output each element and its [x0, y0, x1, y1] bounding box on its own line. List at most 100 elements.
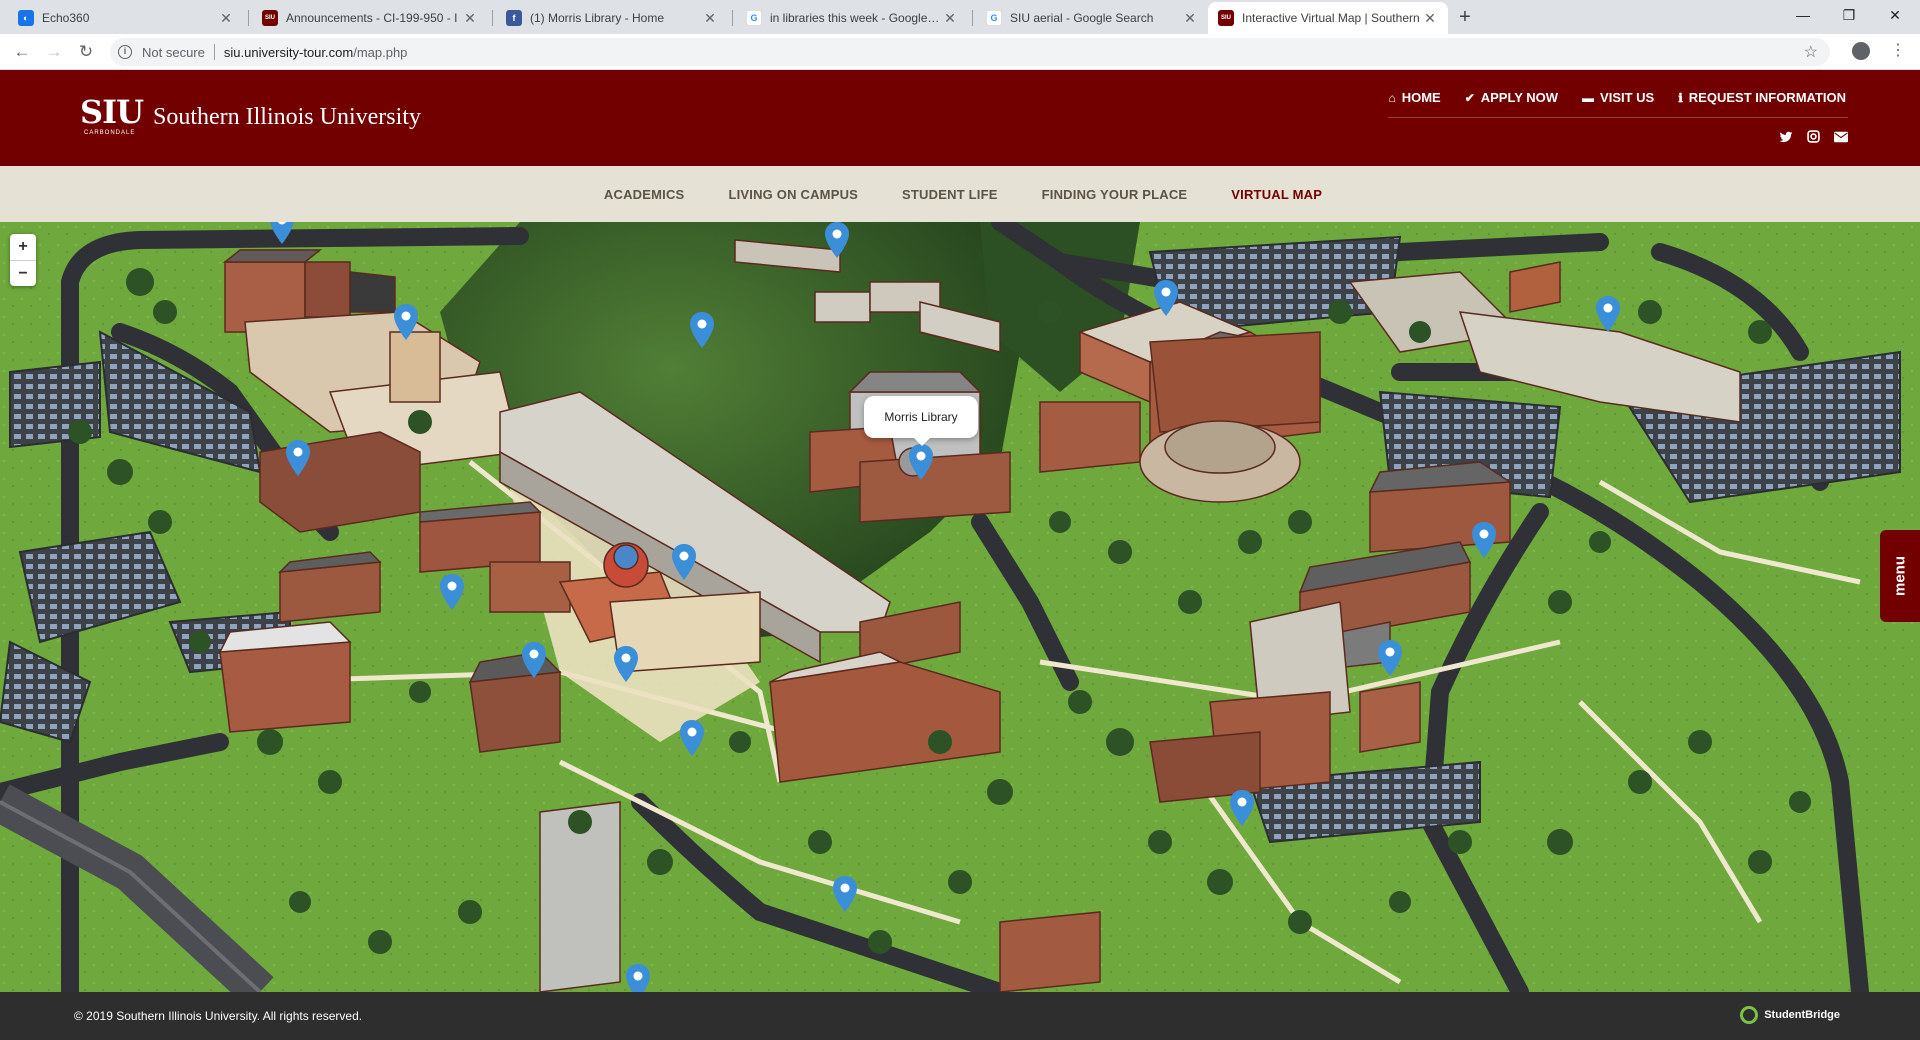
nav-label: REQUEST INFORMATION: [1688, 90, 1846, 105]
back-arrow-icon[interactable]: ←: [10, 40, 34, 64]
logo-name: Southern Illinois University: [152, 104, 421, 130]
map-marker[interactable]: [626, 964, 650, 992]
map-marker[interactable]: [1378, 640, 1402, 676]
close-tab-icon[interactable]: ✕: [702, 10, 718, 27]
map-marker[interactable]: [286, 440, 310, 476]
minimize-button[interactable]: —: [1780, 0, 1826, 30]
google-favicon-icon: G: [746, 10, 762, 26]
map-marker[interactable]: [440, 574, 464, 610]
new-tab-button[interactable]: +: [1452, 4, 1478, 30]
social-links: [1779, 130, 1848, 147]
studentbridge-logo[interactable]: StudentBridge: [1740, 1006, 1840, 1024]
map-marker[interactable]: [1230, 790, 1254, 826]
maximize-button[interactable]: ❐: [1826, 0, 1872, 30]
top-nav: ⌂ HOME ✔ APPLY NOW ▬ VISIT US ℹ REQUEST …: [1388, 90, 1846, 105]
echo360-favicon-icon: ◐: [18, 10, 34, 26]
browser-tab-announcements[interactable]: SIU Announcements - CI-199-950 - I ✕: [252, 2, 488, 34]
tab-title: Announcements - CI-199-950 - I: [286, 11, 458, 25]
google-favicon-icon: G: [986, 10, 1002, 26]
instagram-icon[interactable]: [1807, 130, 1820, 147]
zoom-out-button[interactable]: −: [10, 260, 36, 286]
map-marker[interactable]: [680, 720, 704, 756]
browser-menu-icon[interactable]: ⋮: [1890, 40, 1906, 60]
map-marker[interactable]: [690, 312, 714, 348]
nav-label: APPLY NOW: [1480, 90, 1559, 105]
close-window-button[interactable]: ✕: [1872, 0, 1918, 30]
nav-finding-your-place[interactable]: FINDING YOUR PLACE: [1042, 187, 1188, 202]
studentbridge-icon: [1740, 1006, 1759, 1024]
profile-avatar-icon[interactable]: [1852, 42, 1870, 60]
tab-title: in libraries this week - Google Se: [770, 11, 942, 25]
menu-label: menu: [1891, 555, 1909, 597]
nav-student-life[interactable]: STUDENT LIFE: [902, 187, 998, 202]
home-icon: ⌂: [1388, 90, 1396, 105]
url-bar[interactable]: i Not secure siu.university-tour.com /ma…: [110, 38, 1830, 66]
tab-title: Interactive Virtual Map | Southern: [1242, 11, 1420, 25]
browser-tab-siu-aerial[interactable]: G SIU aerial - Google Search ✕: [976, 2, 1208, 34]
morris-library-marker[interactable]: [909, 444, 933, 480]
nav-living-on-campus[interactable]: LIVING ON CAMPUS: [728, 187, 858, 202]
nav-label: VISIT US: [1600, 90, 1655, 105]
siu-logo[interactable]: SIU CARBONDALE Southern Illinois Univers…: [80, 93, 421, 136]
nav-request-info-link[interactable]: ℹ REQUEST INFORMATION: [1678, 90, 1846, 105]
siu-favicon-icon: SIU: [1218, 10, 1234, 26]
reload-icon[interactable]: ↻: [74, 40, 98, 64]
zoom-in-button[interactable]: +: [10, 234, 36, 260]
nav-apply-link[interactable]: ✔ APPLY NOW: [1465, 90, 1558, 105]
logo-mark: SIU: [80, 93, 144, 131]
tab-title: Echo360: [42, 11, 90, 25]
address-toolbar: ← → ↻ i Not secure siu.university-tour.c…: [0, 34, 1920, 70]
close-tab-icon[interactable]: ✕: [1182, 10, 1198, 27]
check-circle-icon: ✔: [1464, 90, 1475, 105]
map-marker[interactable]: [833, 876, 857, 912]
browser-tab-virtual-map[interactable]: SIU Interactive Virtual Map | Southern ✕: [1208, 2, 1448, 34]
zoom-controls: + −: [10, 234, 36, 286]
close-tab-icon[interactable]: ✕: [1422, 10, 1438, 27]
browser-tab-echo360[interactable]: ◐ Echo360 ✕: [8, 2, 244, 34]
forward-arrow-icon[interactable]: →: [42, 40, 66, 64]
partner-name: StudentBridge: [1764, 1009, 1840, 1021]
map-marker[interactable]: [1596, 296, 1620, 332]
map-marker[interactable]: [1472, 522, 1496, 558]
map-marker[interactable]: [522, 642, 546, 678]
browser-tab-google-libraries[interactable]: G in libraries this week - Google Se ✕: [736, 2, 968, 34]
map-marker[interactable]: [270, 222, 294, 244]
close-tab-icon[interactable]: ✕: [218, 10, 234, 27]
map-marker[interactable]: [825, 222, 849, 258]
campus-aerial-illustration: [0, 222, 1920, 992]
nav-label: HOME: [1401, 90, 1441, 105]
nav-virtual-map[interactable]: VIRTUAL MAP: [1231, 187, 1322, 202]
info-icon[interactable]: i: [118, 45, 132, 59]
section-nav: ACADEMICS LIVING ON CAMPUS STUDENT LIFE …: [0, 166, 1920, 222]
url-path: /map.php: [353, 44, 408, 60]
map-menu-button[interactable]: menu: [1880, 530, 1920, 622]
nav-home-link[interactable]: ⌂ HOME: [1388, 90, 1440, 105]
morris-library-tooltip: Morris Library: [864, 396, 978, 446]
twitter-icon[interactable]: [1779, 130, 1793, 147]
info-icon: ℹ: [1678, 90, 1683, 105]
bookmark-star-icon[interactable]: ☆: [1804, 42, 1818, 62]
email-icon[interactable]: [1834, 130, 1848, 147]
nav-academics[interactable]: ACADEMICS: [604, 187, 685, 202]
nav-visit-link[interactable]: ▬ VISIT US: [1582, 90, 1654, 105]
map-marker[interactable]: [1154, 280, 1178, 316]
facebook-favicon-icon: f: [506, 10, 522, 26]
siu-favicon-icon: SIU: [262, 10, 278, 26]
campus-map[interactable]: Morris Library + − menu: [0, 222, 1920, 992]
logo-sub: CARBONDALE: [84, 130, 136, 136]
security-label: Not secure: [142, 44, 205, 60]
copyright-text: © 2019 Southern Illinois University. All…: [74, 1009, 363, 1023]
car-icon: ▬: [1582, 90, 1595, 105]
nav-divider: [1388, 117, 1848, 118]
close-tab-icon[interactable]: ✕: [462, 10, 478, 27]
site-footer: © 2019 Southern Illinois University. All…: [0, 992, 1920, 1040]
map-marker[interactable]: [394, 304, 418, 340]
url-host: siu.university-tour.com: [223, 44, 354, 60]
close-tab-icon[interactable]: ✕: [942, 10, 958, 27]
tab-title: (1) Morris Library - Home: [530, 11, 665, 25]
browser-tab-strip: ◐ Echo360 ✕ SIU Announcements - CI-199-9…: [0, 0, 1920, 34]
tab-title: SIU aerial - Google Search: [1010, 11, 1154, 25]
map-marker[interactable]: [672, 544, 696, 580]
map-marker[interactable]: [614, 646, 638, 682]
browser-tab-morris-library[interactable]: f (1) Morris Library - Home ✕: [496, 2, 728, 34]
